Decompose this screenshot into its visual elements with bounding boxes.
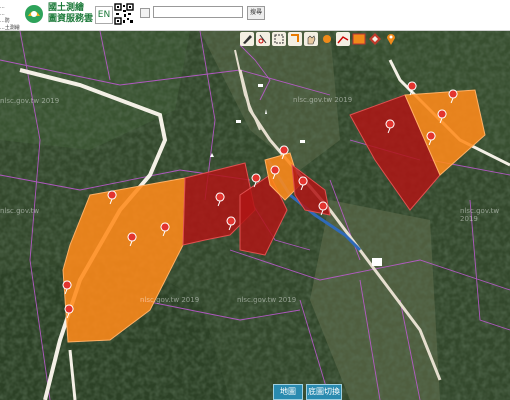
map-watermark: nlsc.gov.tw 2019 (237, 296, 297, 304)
map-watermark: nlsc.gov.tw 2019 (0, 97, 60, 105)
line-icon[interactable] (336, 32, 350, 46)
search-input[interactable] (153, 6, 243, 18)
map-canvas[interactable] (0, 31, 510, 400)
map-button[interactable]: 地圖 (273, 384, 303, 400)
search-button[interactable]: 搜尋 (247, 6, 265, 20)
pen-icon[interactable] (240, 32, 254, 46)
basemap-switch-button[interactable]: 底圖切換 (306, 384, 342, 400)
label-dot (300, 140, 305, 143)
org-line: ... (0, 4, 5, 10)
search-tool-icon[interactable] (140, 8, 150, 18)
org-line: ...防 (0, 18, 10, 24)
cut-icon[interactable] (256, 32, 270, 46)
select-icon[interactable] (272, 32, 286, 46)
building-icon (372, 258, 382, 266)
point-icon[interactable] (320, 32, 334, 46)
marker-icon[interactable] (384, 32, 398, 46)
map-watermark: nlsc.gov.tw 2019 (293, 96, 353, 104)
map-watermark: nlsc.gov.tw 2019 (460, 207, 500, 223)
header-bar: ... ... ...防 ...土測繪中心 國土測繪 圖資服務雲 EN 搜尋 (0, 0, 510, 38)
diamond-icon[interactable] (368, 32, 382, 46)
edit-icon[interactable] (288, 32, 302, 46)
map-watermark: nlsc.gov.tw (0, 207, 40, 215)
label-dot (236, 120, 241, 123)
language-button[interactable]: EN (95, 6, 113, 24)
qr-code-icon[interactable] (114, 3, 134, 25)
org-line: ... (0, 11, 5, 17)
logo-title: 國土測繪 (48, 3, 85, 13)
logo-subtitle: 圖資服務雲 (48, 14, 94, 24)
hand-icon[interactable] (304, 32, 318, 46)
rect-icon[interactable] (352, 32, 366, 46)
map-watermark: nlsc.gov.tw 2019 (140, 296, 200, 304)
label-dot (258, 84, 263, 87)
logo-icon[interactable] (24, 4, 44, 24)
